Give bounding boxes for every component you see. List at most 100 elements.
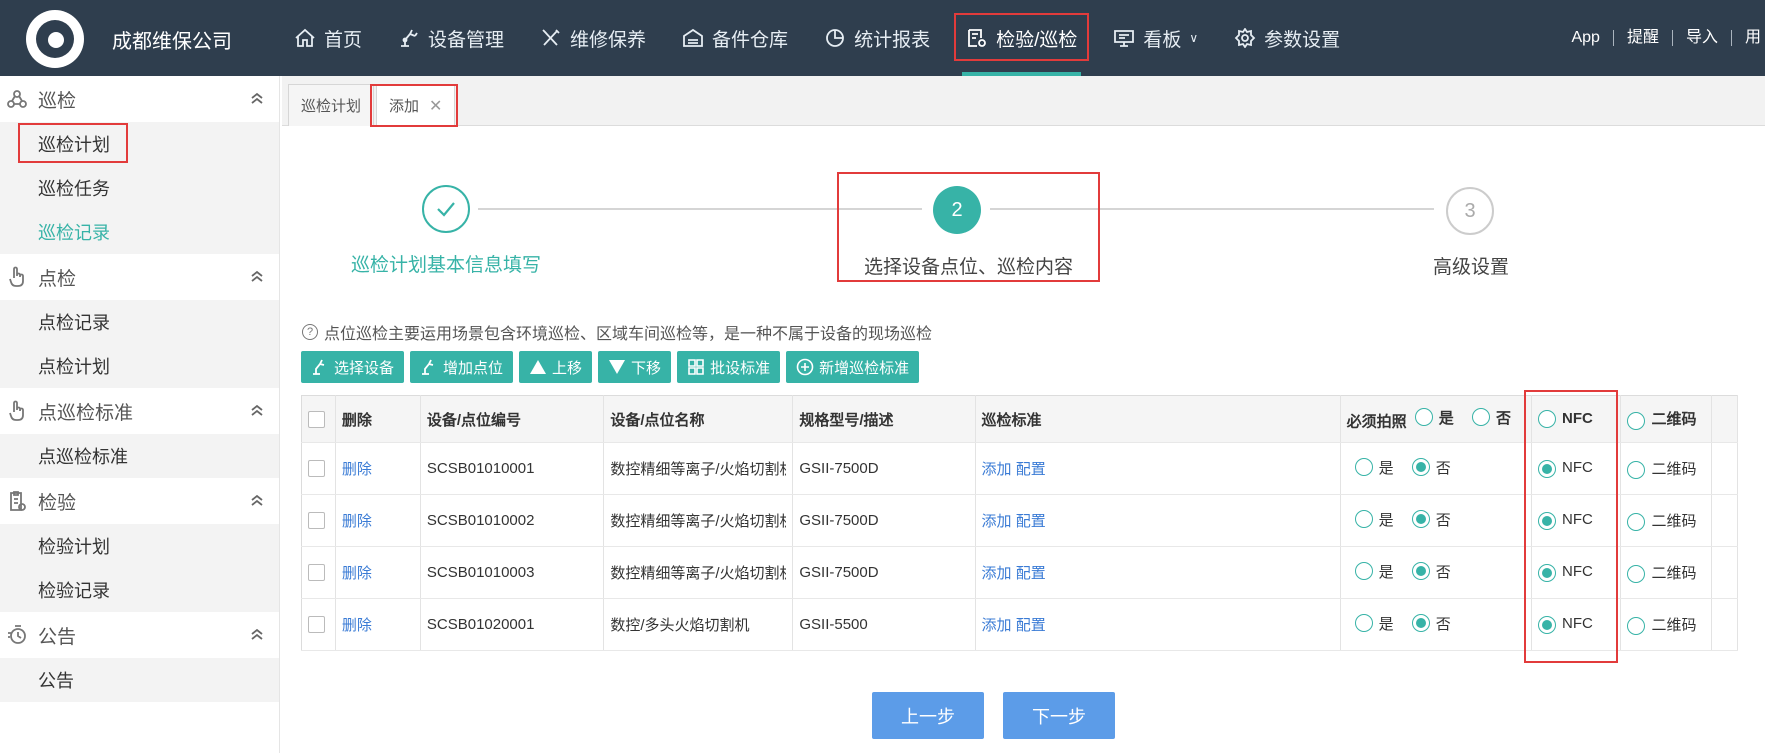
code-cell: SCSB01010001	[420, 442, 605, 495]
row-checkbox[interactable]	[308, 564, 325, 582]
home-icon	[295, 28, 315, 47]
sidebar-group-inspection[interactable]: 巡检	[0, 76, 279, 122]
row-select-cell	[301, 442, 336, 495]
config-standard-link[interactable]: 配置	[1016, 565, 1046, 582]
robot-arm-icon	[401, 29, 418, 47]
step-1-circle	[422, 185, 470, 233]
row-select-cell	[301, 598, 336, 651]
prev-step-button[interactable]: 上一步	[872, 692, 984, 739]
nav-inspection[interactable]: 检验/巡检	[954, 0, 1090, 76]
radio-label: 是	[1378, 563, 1394, 581]
add-standard-link[interactable]: 添加	[982, 565, 1012, 582]
qr-radio[interactable]	[1627, 513, 1646, 532]
photo-yes-radio[interactable]	[1354, 562, 1373, 581]
qr-cell: 二维码	[1620, 598, 1713, 651]
sidebar-item-spot-record[interactable]: 点检记录	[0, 300, 279, 344]
qr-cell: 二维码	[1620, 546, 1713, 599]
sidebar-item-verification-record[interactable]: 检验记录	[0, 568, 279, 612]
sidebar-item-inspection-task[interactable]: 巡检任务	[0, 166, 279, 210]
sidebar-group-spot-check[interactable]: 点检	[0, 254, 279, 300]
code-cell: SCSB01020001	[420, 598, 605, 651]
batch-standard-button[interactable]: 批设标准	[677, 351, 781, 383]
add-standard-link[interactable]: 添加	[982, 461, 1012, 478]
next-step-button[interactable]: 下一步	[1003, 692, 1115, 739]
row-checkbox[interactable]	[308, 616, 325, 634]
clipboard-icon	[10, 491, 26, 511]
radio-label: 是	[1378, 459, 1394, 477]
select-equipment-button[interactable]: 选择设备	[301, 351, 405, 383]
sidebar-item-standard[interactable]: 点巡检标准	[0, 434, 279, 478]
triangle-down-icon	[609, 360, 626, 374]
reminder-link[interactable]: 提醒	[1614, 30, 1673, 46]
radio-label: 否	[1435, 563, 1451, 581]
sidebar-item-notice[interactable]: 公告	[0, 658, 279, 702]
photo-no-radio[interactable]	[1411, 510, 1430, 529]
board-icon	[1114, 30, 1135, 47]
sidebar-group-standard[interactable]: 点巡检标准	[0, 388, 279, 434]
move-down-button[interactable]: 下移	[598, 351, 672, 383]
inspection-icon	[968, 29, 986, 47]
robot-arm-icon	[422, 359, 434, 375]
delete-link[interactable]: 删除	[342, 461, 372, 478]
sidebar-group-notice[interactable]: 公告	[0, 612, 279, 658]
triangle-up-icon	[530, 360, 547, 374]
move-up-button[interactable]: 上移	[519, 351, 593, 383]
photo-cell: 是 否	[1340, 494, 1533, 547]
add-point-button[interactable]: 增加点位	[410, 351, 514, 383]
grid-icon	[688, 359, 704, 375]
photo-yes-radio[interactable]	[1354, 510, 1373, 529]
qr-radio[interactable]	[1627, 617, 1646, 636]
photo-no-radio[interactable]	[1411, 614, 1430, 633]
config-standard-link[interactable]: 配置	[1016, 461, 1046, 478]
name-text: 数控精细等离子/火焰切割机	[610, 513, 787, 530]
qr-radio[interactable]	[1627, 461, 1646, 480]
nav-board[interactable]: 看板 ∨	[1101, 0, 1210, 76]
row-select-cell	[301, 494, 336, 547]
import-link[interactable]: 导入	[1673, 30, 1732, 46]
photo-all-no-radio[interactable]	[1471, 408, 1490, 427]
qr-all-radio[interactable]	[1627, 411, 1646, 430]
sidebar-item-inspection-plan[interactable]: 巡检计划	[0, 122, 279, 166]
new-standard-button[interactable]: 新增巡检标准	[786, 351, 920, 383]
sidebar-item-label: 公告	[38, 671, 74, 691]
tab-inspection-plan[interactable]: 巡检计划	[288, 84, 375, 126]
sidebar-item-spot-plan[interactable]: 点检计划	[0, 344, 279, 388]
nav-warehouse[interactable]: 备件仓库	[670, 0, 800, 76]
sidebar-item-verification-plan[interactable]: 检验计划	[0, 524, 279, 568]
config-standard-link[interactable]: 配置	[1016, 513, 1046, 530]
nav-home[interactable]: 首页	[282, 0, 374, 76]
user-link[interactable]: 用	[1732, 30, 1765, 46]
nav-settings[interactable]: 参数设置	[1222, 0, 1352, 76]
table-row: 删除 SCSB01010003 数控精细等离子/火焰切割机 GSII-7500D…	[301, 546, 1738, 599]
chevron-up-icon	[251, 270, 263, 282]
select-all-checkbox[interactable]	[308, 410, 325, 428]
radio-label: 二维码	[1651, 512, 1697, 530]
config-standard-link[interactable]: 配置	[1016, 617, 1046, 634]
sidebar-group-label: 点巡检标准	[38, 402, 134, 424]
timer-icon	[8, 625, 26, 644]
spec-cell: GSII-7500D	[792, 494, 976, 547]
row-checkbox[interactable]	[308, 460, 325, 478]
delete-link[interactable]: 删除	[342, 513, 372, 530]
add-standard-link[interactable]: 添加	[982, 513, 1012, 530]
photo-no-radio[interactable]	[1411, 458, 1430, 477]
photo-no-radio[interactable]	[1411, 562, 1430, 581]
nav-equipment[interactable]: 设备管理	[386, 0, 516, 76]
photo-yes-radio[interactable]	[1354, 614, 1373, 633]
photo-all-yes-radio[interactable]	[1414, 408, 1433, 427]
row-checkbox[interactable]	[308, 512, 325, 530]
nav-maintenance[interactable]: 维修保养	[528, 0, 658, 76]
app-link[interactable]: App	[1558, 30, 1614, 46]
step-1-label: 巡检计划基本信息填写	[351, 255, 542, 276]
photo-yes-radio[interactable]	[1354, 458, 1373, 477]
col-qr: 二维码	[1620, 395, 1713, 443]
qr-radio[interactable]	[1627, 565, 1646, 584]
sidebar-group-verification[interactable]: 检验	[0, 478, 279, 524]
delete-link[interactable]: 删除	[342, 565, 372, 582]
table-row: 删除 SCSB01010002 数控精细等离子/火焰切割机 GSII-7500D…	[301, 494, 1738, 547]
delete-link[interactable]: 删除	[342, 617, 372, 634]
add-standard-link[interactable]: 添加	[982, 617, 1012, 634]
sidebar-item-inspection-record[interactable]: 巡检记录	[0, 210, 279, 254]
extra-cell	[1711, 546, 1738, 599]
nav-reports[interactable]: 统计报表	[812, 0, 942, 76]
